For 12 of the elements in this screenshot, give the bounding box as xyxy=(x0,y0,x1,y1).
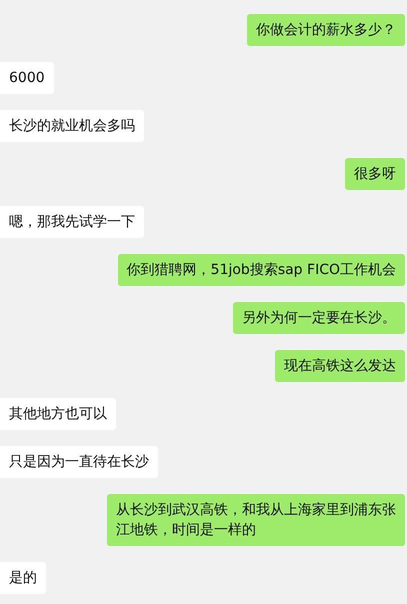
message-bubble: 长沙的就业机会多吗 xyxy=(0,110,144,142)
message-bubble: 另外为何一定要在长沙。 xyxy=(233,302,405,334)
message-bubble: 6000 xyxy=(0,62,54,94)
message-bubble: 从长沙到武汉高铁，和我从上海家里到浦东张江地铁，时间是一样的 xyxy=(107,494,405,546)
message-bubble: 现在高铁这么发达 xyxy=(275,350,405,382)
message-bubble: 你做会计的薪水多少？ xyxy=(247,14,405,46)
message-bubble: 很多呀 xyxy=(345,158,405,190)
message-bubble: 只是因为一直待在长沙 xyxy=(0,446,158,478)
message-bubble: 你到猎聘网，51job搜索sap FICO工作机会 xyxy=(118,254,405,286)
message-bubble: 其他地方也可以 xyxy=(0,398,116,430)
message-bubble: 是的 xyxy=(0,562,46,594)
message-bubble: 嗯，那我先试学一下 xyxy=(0,206,144,238)
